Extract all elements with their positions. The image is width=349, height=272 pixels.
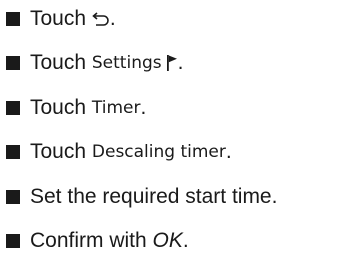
bullet-square [6, 100, 20, 115]
bullet-square [6, 233, 20, 248]
step-prefix: Confirm with [30, 228, 147, 252]
step-period: . [182, 228, 189, 252]
step-verb: Touch [30, 95, 87, 119]
step-verb: Touch [30, 140, 87, 164]
step-verb: Touch [30, 51, 87, 75]
bullet-square [6, 56, 20, 71]
step-touch-timer: Touch Timer . [6, 95, 346, 121]
step-period: . [177, 51, 184, 75]
step-touch-descaling-timer: Touch Descaling timer . [6, 139, 346, 165]
step-verb: Touch [30, 7, 87, 30]
back-arrow-icon [92, 11, 110, 27]
bullet-square [6, 12, 20, 26]
settings-term: Settings [91, 53, 162, 74]
ok-term: OK [152, 228, 183, 252]
step-touch-back: Touch . [6, 6, 346, 32]
timer-term: Timer [91, 97, 141, 118]
step-period: . [140, 95, 147, 119]
flag-icon [162, 54, 178, 72]
bullet-square [6, 189, 20, 204]
step-text: Set the required start time. [30, 184, 278, 208]
step-period: . [225, 140, 232, 164]
bullet-square [6, 145, 20, 160]
instruction-list: Touch . Touch Settings . Touch Timer . T… [6, 6, 346, 272]
step-period: . [109, 7, 116, 30]
step-touch-settings: Touch Settings . [6, 50, 346, 76]
descaling-timer-term: Descaling timer [91, 142, 226, 163]
step-confirm-ok: Confirm with OK . [6, 228, 346, 254]
step-set-start-time: Set the required start time. [6, 184, 346, 210]
